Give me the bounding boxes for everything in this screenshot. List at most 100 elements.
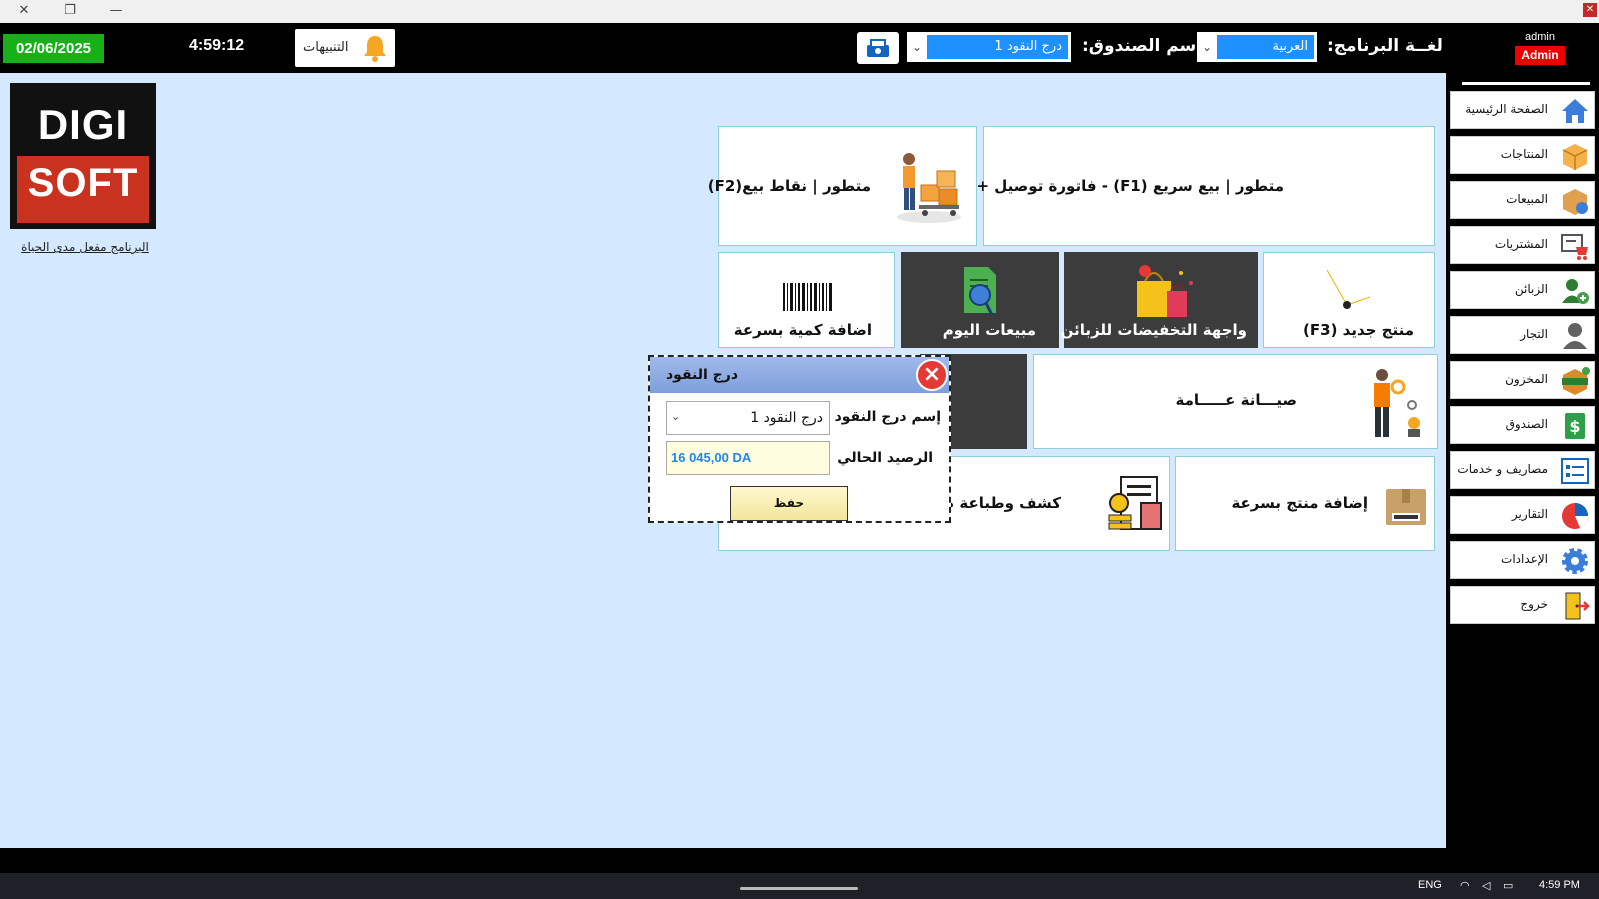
barcode-icon bbox=[783, 283, 832, 311]
user-role-badge: Admin bbox=[1515, 46, 1565, 65]
digisoft-logo: DIGI SOFT bbox=[10, 83, 156, 229]
exit-icon bbox=[1565, 592, 1590, 620]
box-icon bbox=[1562, 144, 1588, 170]
chevron-down-icon: ⌄ bbox=[1201, 40, 1213, 54]
sidebar-item-customers[interactable]: الزبائن bbox=[1450, 271, 1595, 309]
sidebar-separator bbox=[1462, 82, 1590, 85]
language-select[interactable]: ⌄ العربية bbox=[1197, 32, 1317, 62]
input-language[interactable]: ENG bbox=[1418, 879, 1442, 891]
close-icon[interactable]: × bbox=[916, 359, 948, 391]
sidebar-item-sales[interactable]: المبيعات bbox=[1450, 181, 1595, 219]
dialog-header: درج النقود × bbox=[650, 357, 949, 393]
save-button[interactable]: حفظ bbox=[730, 486, 848, 521]
logo-line-1: DIGI bbox=[37, 101, 129, 148]
user-name: admin bbox=[1525, 31, 1555, 43]
notifications-label: التنبيهات bbox=[303, 40, 349, 55]
os-taskbar: ENG ◠ ◁ ▭ 4:59 PM bbox=[0, 873, 1599, 899]
license-link[interactable]: البرنامج مفعل مدى الحياة bbox=[15, 240, 155, 254]
shopping-bags-icon bbox=[1137, 265, 1193, 317]
chevron-down-icon: ⌄ bbox=[911, 40, 923, 54]
tile-advanced-quick-sale[interactable]: متطور | بيع سريع (F1) - فاتورة توصيل + A… bbox=[949, 126, 1435, 246]
sidebar-item-label: مصاريف و خدمات bbox=[1457, 462, 1548, 476]
tile-today-sales[interactable]: مبيعات اليوم bbox=[901, 252, 1059, 348]
tile-general-maintenance[interactable]: صيـــانة عـــــامة bbox=[1033, 354, 1438, 449]
tile-label: اضافة كمية بسرعة bbox=[733, 321, 872, 339]
chevron-down-icon: ⌄ bbox=[671, 410, 681, 423]
cash-drawer-label: إسم الصندوق: bbox=[1082, 36, 1203, 56]
pie-chart-icon bbox=[1562, 503, 1588, 529]
sidebar-item-label: التجار bbox=[1520, 327, 1548, 341]
tile-quick-add-product[interactable]: إضافة منتج بسرعة bbox=[1175, 456, 1435, 551]
cash-register-button[interactable] bbox=[857, 32, 899, 64]
sidebar-item-label: المخزون bbox=[1505, 372, 1548, 386]
sidebar-item-cashbox[interactable]: الصندوق $ bbox=[1450, 406, 1595, 444]
sidebar-item-label: الصندوق bbox=[1505, 417, 1548, 431]
bell-icon bbox=[364, 36, 386, 62]
sidebar-item-label: المبيعات bbox=[1506, 192, 1548, 206]
date-display: 02/06/2025 bbox=[3, 34, 104, 63]
list-icon bbox=[1561, 458, 1589, 484]
sidebar-item-label: الإعدادات bbox=[1501, 552, 1548, 566]
language-value: العربية bbox=[1217, 35, 1314, 59]
taskbar-handle[interactable] bbox=[740, 887, 858, 890]
tile-new-product[interactable]: منتج جديد (F3) bbox=[1263, 252, 1435, 348]
tile-advanced-pos[interactable]: متطور | نقاط بيع(F2) bbox=[708, 126, 977, 246]
sidebar-item-label: خروج bbox=[1520, 597, 1548, 611]
drawer-name-value: درج النقود 1 bbox=[750, 410, 823, 426]
cash-drawer-dialog: درج النقود × إسم درج النقود ⌄ درج النقود… bbox=[648, 355, 951, 523]
minimize-window-icon[interactable]: — bbox=[96, 0, 136, 23]
battery-icon[interactable]: ▭ bbox=[1503, 879, 1513, 892]
app-icon: ✕ bbox=[1583, 3, 1597, 17]
sidebar-item-label: المنتاجات bbox=[1500, 147, 1548, 161]
tile-label: منتج جديد (F3) bbox=[1303, 321, 1414, 339]
sidebar-item-settings[interactable]: الإعدادات bbox=[1450, 541, 1595, 579]
window-title-bar: ✕ ❐ — ✕ bbox=[0, 0, 1599, 23]
cash-drawer-select[interactable]: ⌄ درج النقود 1 bbox=[907, 32, 1071, 62]
sidebar-item-label: المشتريات bbox=[1494, 237, 1548, 251]
user-icon bbox=[1563, 323, 1587, 349]
sidebar-item-products[interactable]: المنتاجات bbox=[1450, 136, 1595, 174]
close-window-icon[interactable]: ✕ bbox=[4, 0, 44, 23]
taskbar-clock[interactable]: 4:59 PM bbox=[1539, 879, 1580, 891]
sidebar-item-label: الصفحة الرئيسية bbox=[1465, 102, 1548, 116]
balance-field[interactable]: 16 045,00 DA bbox=[666, 441, 830, 475]
sidebar-item-inventory[interactable]: المخزون bbox=[1450, 361, 1595, 399]
logo-red-panel: SOFT bbox=[17, 156, 149, 223]
sidebar-item-purchases[interactable]: المشتريات bbox=[1450, 226, 1595, 264]
sidebar-item-exit[interactable]: خروج bbox=[1450, 586, 1595, 624]
tile-label: صيـــانة عـــــامة bbox=[1175, 391, 1297, 409]
cash-register-icon bbox=[867, 39, 889, 57]
tile-quick-quantity[interactable]: اضافة كمية بسرعة bbox=[718, 252, 895, 348]
cart-icon bbox=[1561, 234, 1588, 260]
cash-drawer-value: درج النقود 1 bbox=[927, 35, 1068, 59]
tile-label: إضافة منتج بسرعة bbox=[1231, 494, 1368, 512]
clock-display: 4:59:12 bbox=[189, 37, 245, 54]
add-user-icon bbox=[1562, 279, 1589, 304]
drawer-name-select[interactable]: ⌄ درج النقود 1 bbox=[666, 401, 830, 435]
tile-label: متطور | بيع سريع (F1) - فاتورة توصيل + A… bbox=[949, 177, 1284, 195]
sidebar-item-label: الزبائن bbox=[1514, 282, 1548, 296]
tile-label: متطور | نقاط بيع(F2) bbox=[707, 177, 871, 195]
dialog-title: درج النقود bbox=[666, 367, 739, 383]
tile-customer-discounts[interactable]: واجهة التخفيضات للزبائن bbox=[1061, 252, 1258, 348]
restore-window-icon[interactable]: ❐ bbox=[50, 0, 90, 23]
sidebar-item-reports[interactable]: التقارير bbox=[1450, 496, 1595, 534]
drawer-name-label: إسم درج النقود bbox=[834, 409, 941, 425]
balance-label: الرصيد الحالي bbox=[837, 450, 933, 466]
svg-text:$: $ bbox=[1569, 417, 1580, 436]
volume-icon[interactable]: ◁ bbox=[1482, 879, 1490, 892]
language-label: لغــة البرنامج: bbox=[1327, 36, 1443, 56]
main-content: DIGI SOFT البرنامج مفعل مدى الحياة متطور… bbox=[0, 73, 1446, 848]
wifi-icon[interactable]: ◠ bbox=[1460, 879, 1470, 892]
sparkle-icon bbox=[1326, 269, 1371, 309]
sidebar-item-expenses[interactable]: مصاريف و خدمات bbox=[1450, 451, 1595, 489]
sidebar-item-home[interactable]: الصفحة الرئيسية bbox=[1450, 91, 1595, 129]
home-icon bbox=[1562, 99, 1588, 123]
tile-label: كشف وطباعة م bbox=[943, 494, 1061, 512]
notifications-button[interactable]: التنبيهات bbox=[295, 29, 395, 67]
sidebar-item-merchants[interactable]: التجار bbox=[1450, 316, 1595, 354]
document-search-icon bbox=[964, 267, 996, 316]
gear-icon bbox=[1562, 548, 1588, 574]
maintenance-worker-icon bbox=[1374, 369, 1420, 437]
in-stock-icon bbox=[1562, 367, 1590, 395]
